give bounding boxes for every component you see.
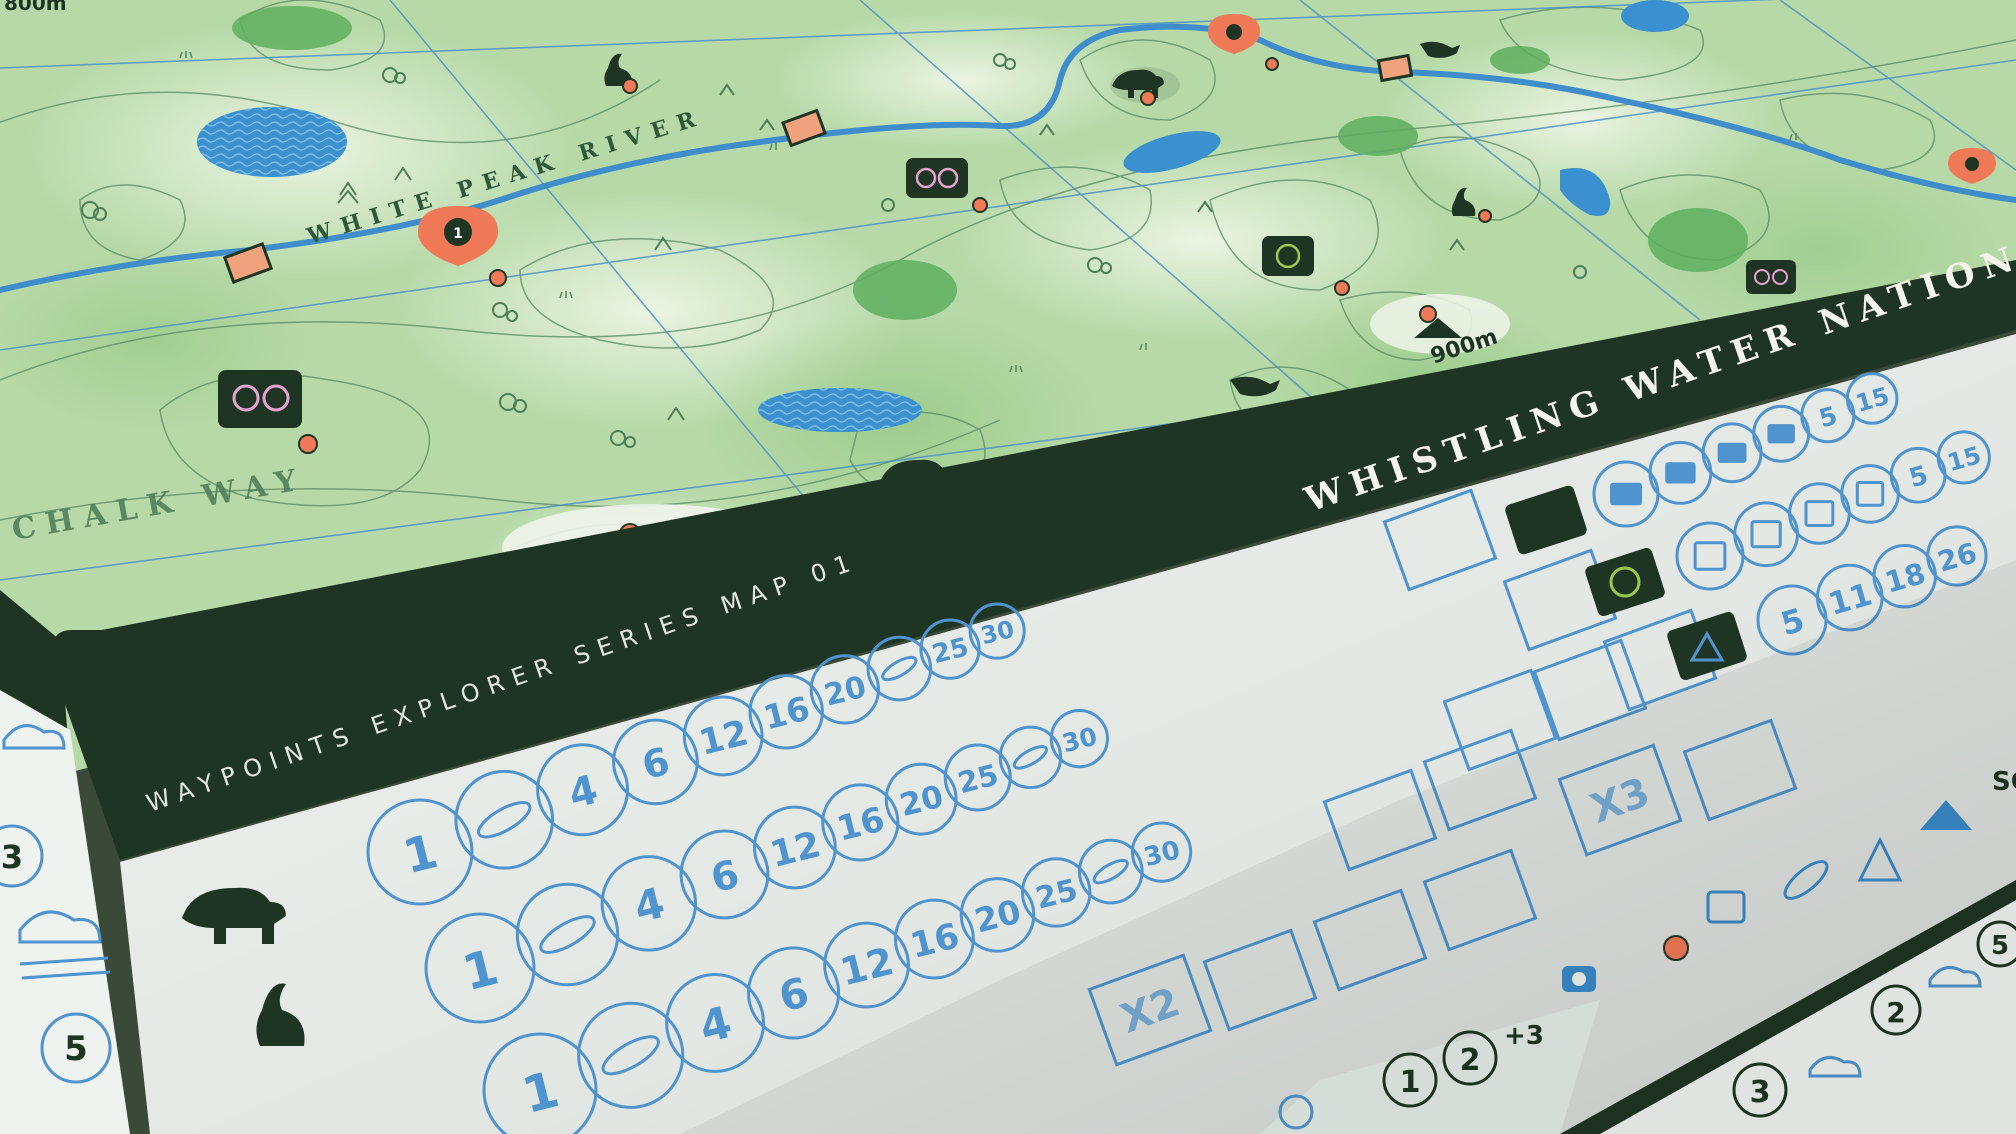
board-canvas: 300m 900m WHITE PEAK RIVER CHALK WAY	[0, 0, 2016, 1134]
camera-icon	[1717, 442, 1747, 463]
camera-icon	[1767, 424, 1795, 444]
game-board-photo: 300m 900m WHITE PEAK RIVER CHALK WAY	[0, 0, 2016, 1134]
left-strip-number-3: 3	[1, 838, 23, 876]
waypoint-number: 1	[453, 226, 463, 242]
camera-icon	[1610, 482, 1642, 506]
left-strip-number-5: 5	[64, 1029, 88, 1069]
camera-icon	[1665, 462, 1696, 484]
elevation-800m: 800m	[4, 0, 67, 15]
